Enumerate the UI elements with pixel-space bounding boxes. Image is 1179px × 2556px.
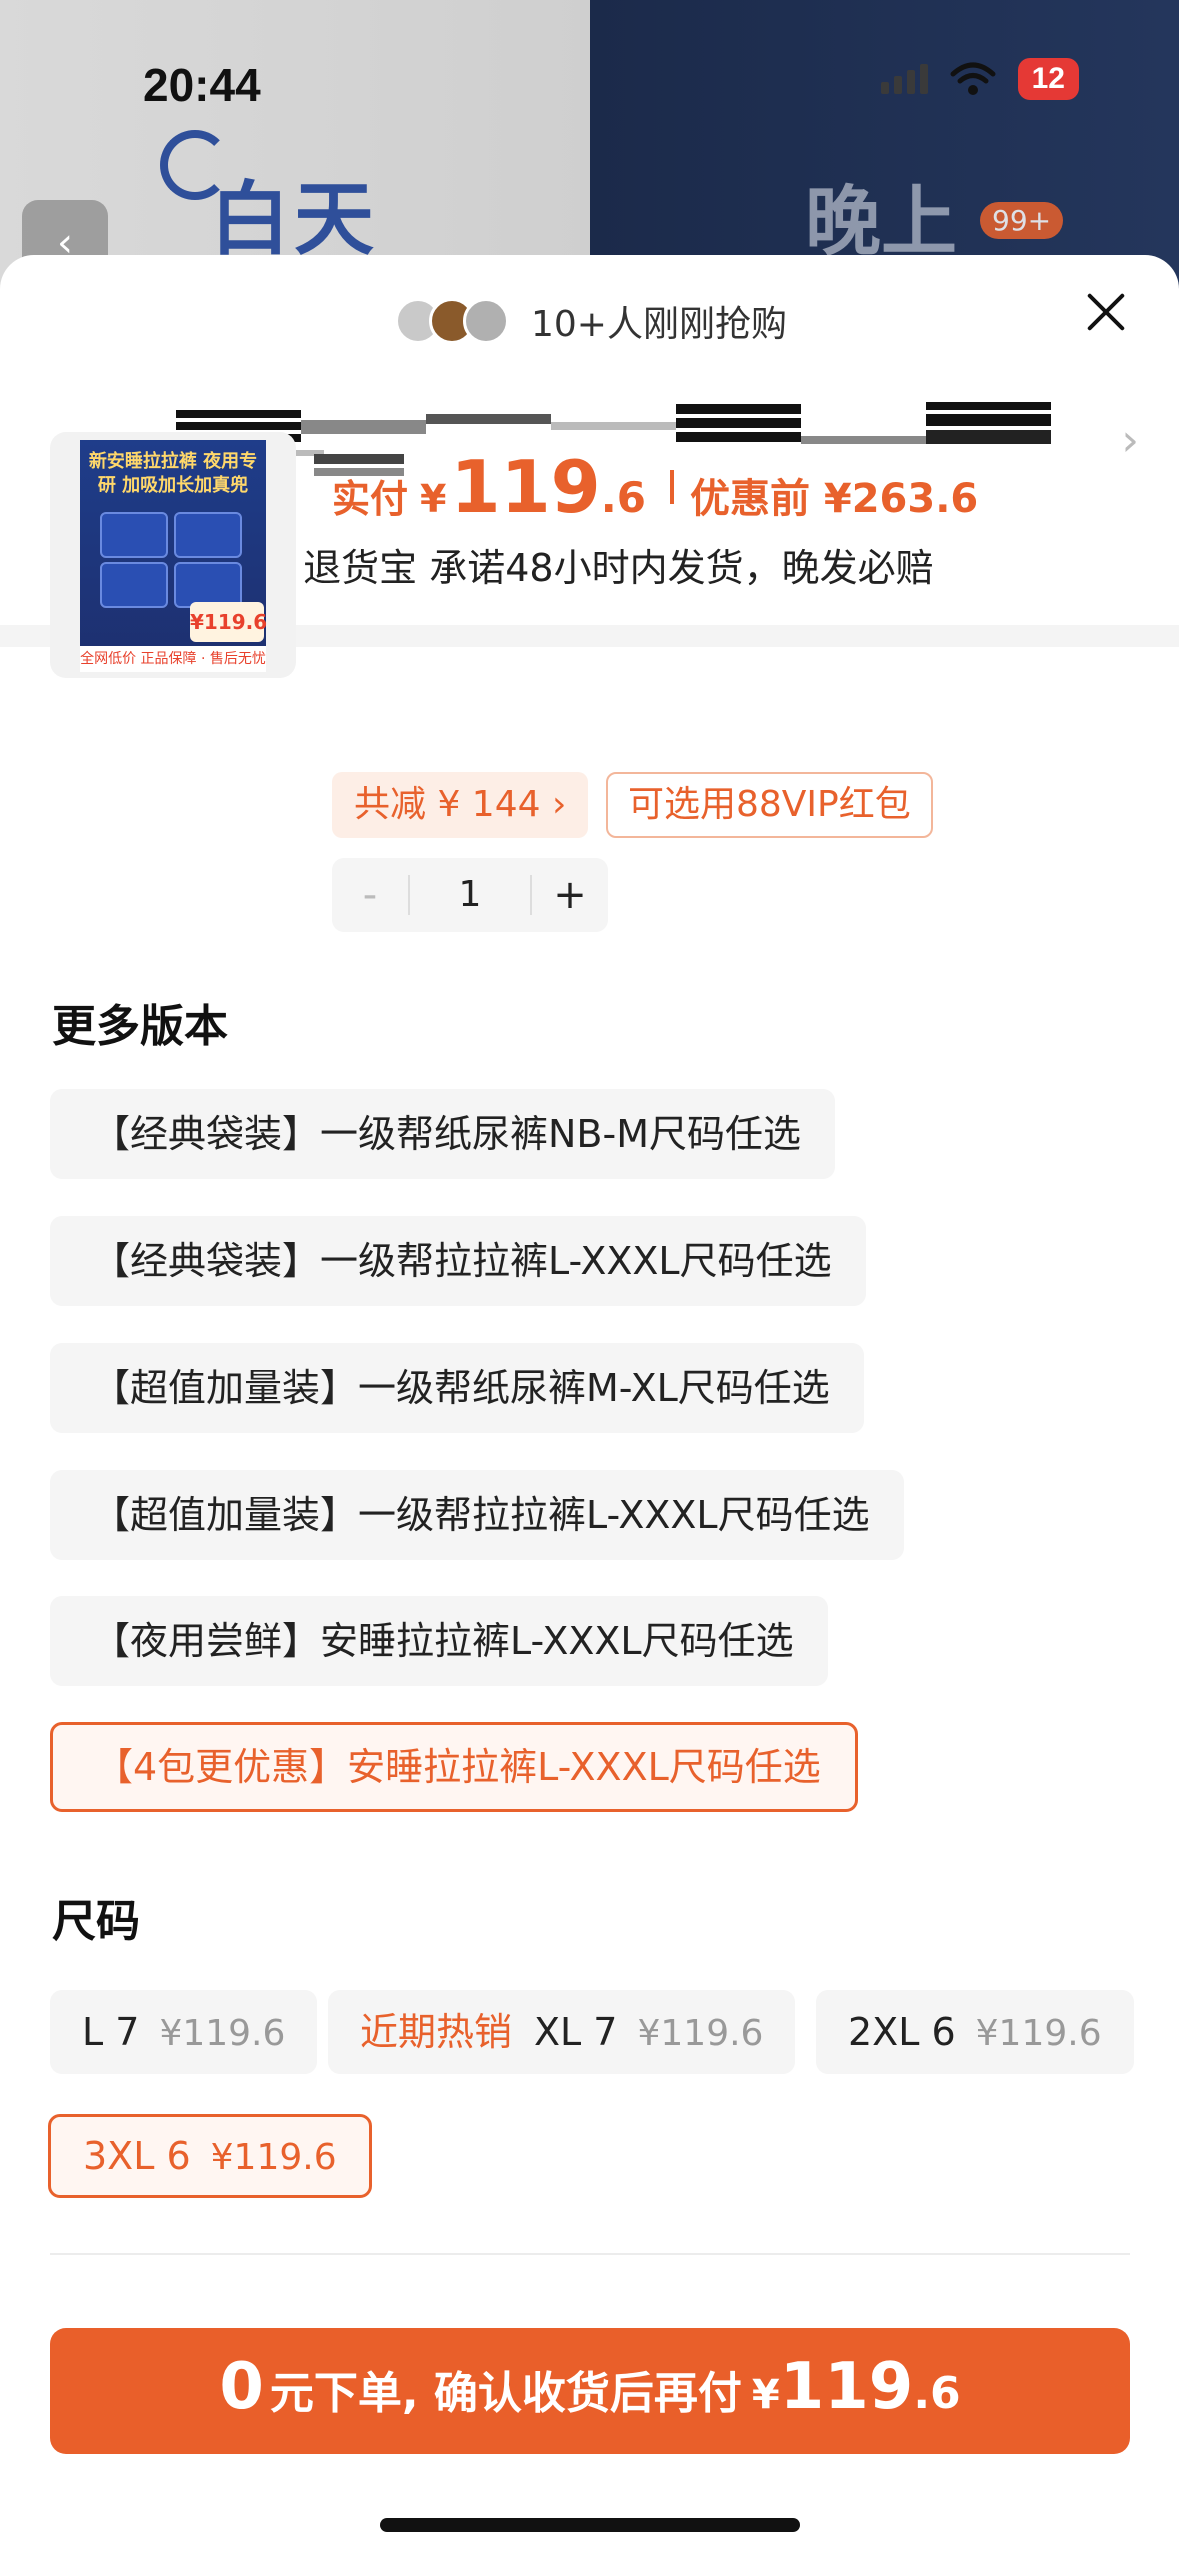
size-label: XL 7: [534, 2010, 618, 2054]
home-indicator: [380, 2518, 800, 2532]
increase-button[interactable]: +: [532, 872, 608, 918]
size-label: 2XL 6: [848, 2010, 956, 2054]
recent-buyers-text: 10+人刚刚抢购: [531, 304, 787, 345]
version-option[interactable]: 【超值加量装】一级帮拉拉裤L-XXXL尺码任选: [50, 1470, 904, 1560]
banner-night-text: 晚上: [805, 177, 957, 266]
price-label: 实付: [332, 477, 409, 521]
size-price: ¥119.6: [159, 2013, 286, 2054]
buyer-avatar: [463, 298, 509, 344]
version-option[interactable]: 【夜用尝鲜】安睡拉拉裤L-XXXL尺码任选: [50, 1596, 828, 1686]
signal-icon: [880, 64, 928, 94]
price-row: 实付 ¥ 119 .6 优惠前 ¥263.6: [332, 445, 978, 529]
hot-sale-tag: 近期热销: [360, 2010, 513, 2054]
thumb-price: ¥119.6: [190, 602, 267, 642]
place-order-button[interactable]: 0 元下单, 确认收货后再付 ¥ 119 .6: [50, 2328, 1130, 2454]
quantity-value[interactable]: 1: [408, 875, 532, 915]
version-option[interactable]: 【经典袋装】一级帮拉拉裤L-XXXL尺码任选: [50, 1216, 866, 1306]
price-decimal: .6: [600, 473, 646, 522]
quantity-stepper: - 1 +: [332, 858, 608, 932]
divider: [50, 2253, 1130, 2255]
recent-buyers: 10+人刚刚抢购: [395, 295, 787, 347]
price-separator: [669, 470, 674, 504]
size-price: ¥119.6: [637, 2013, 764, 2054]
version-option[interactable]: 【经典袋装】一级帮纸尿裤NB-M尺码任选: [50, 1089, 835, 1179]
product-banner-background: 白天 晚上: [0, 0, 1179, 290]
size-label: 3XL 6: [83, 2134, 191, 2178]
product-thumbnail[interactable]: 新安睡拉拉裤 夜用专研 加吸加长加真兜 ¥119.6 全网低价 正品保障 · 售…: [50, 432, 296, 678]
cta-text: 元下单, 确认收货后再付: [269, 2368, 742, 2419]
cta-price-integer: 119: [779, 2350, 914, 2424]
price-currency: ¥: [420, 477, 447, 521]
status-time: 20:44: [143, 59, 261, 111]
total-discount-chip[interactable]: 共减 ¥ 144 ›: [332, 772, 589, 838]
version-option-selected[interactable]: 【4包更优惠】安睡拉拉裤L-XXXL尺码任选: [50, 1722, 858, 1812]
price-integer: 119: [450, 445, 601, 529]
vip-coupon-chip[interactable]: 可选用88VIP红包: [606, 772, 933, 838]
size-price: ¥119.6: [975, 2013, 1102, 2054]
size-option[interactable]: L 7 ¥119.6: [50, 1990, 318, 2074]
version-option[interactable]: 【超值加量装】一级帮纸尿裤M-XL尺码任选: [50, 1343, 864, 1433]
cta-currency: ¥: [751, 2372, 780, 2418]
size-option[interactable]: 近期热销 XL 7 ¥119.6: [328, 1990, 796, 2074]
size-option-selected[interactable]: 3XL 6 ¥119.6: [48, 2114, 372, 2198]
size-option[interactable]: 2XL 6 ¥119.6: [816, 1990, 1134, 2074]
cta-zero: 0: [219, 2350, 264, 2424]
wifi-icon: [950, 62, 996, 95]
chevron-right-icon[interactable]: ›: [1121, 415, 1139, 466]
thumb-footer: 全网低价 正品保障 · 售后无忧: [80, 646, 266, 672]
versions-title: 更多版本: [52, 1001, 228, 1052]
size-label: L 7: [82, 2010, 140, 2054]
cta-price-decimal: .6: [913, 2368, 961, 2419]
cart-badge: 99+: [980, 202, 1064, 239]
original-price: 优惠前 ¥263.6: [689, 476, 979, 522]
size-price: ¥119.6: [210, 2137, 337, 2178]
thumb-title: 新安睡拉拉裤 夜用专研 加吸加长加真兜: [88, 451, 258, 496]
size-title: 尺码: [52, 1896, 140, 1947]
battery-indicator: 12: [1017, 58, 1079, 100]
close-icon[interactable]: [1081, 287, 1131, 337]
status-icons: 12: [880, 58, 1079, 100]
decrease-button[interactable]: -: [332, 872, 408, 918]
banner-day-text: 白天: [210, 173, 378, 266]
